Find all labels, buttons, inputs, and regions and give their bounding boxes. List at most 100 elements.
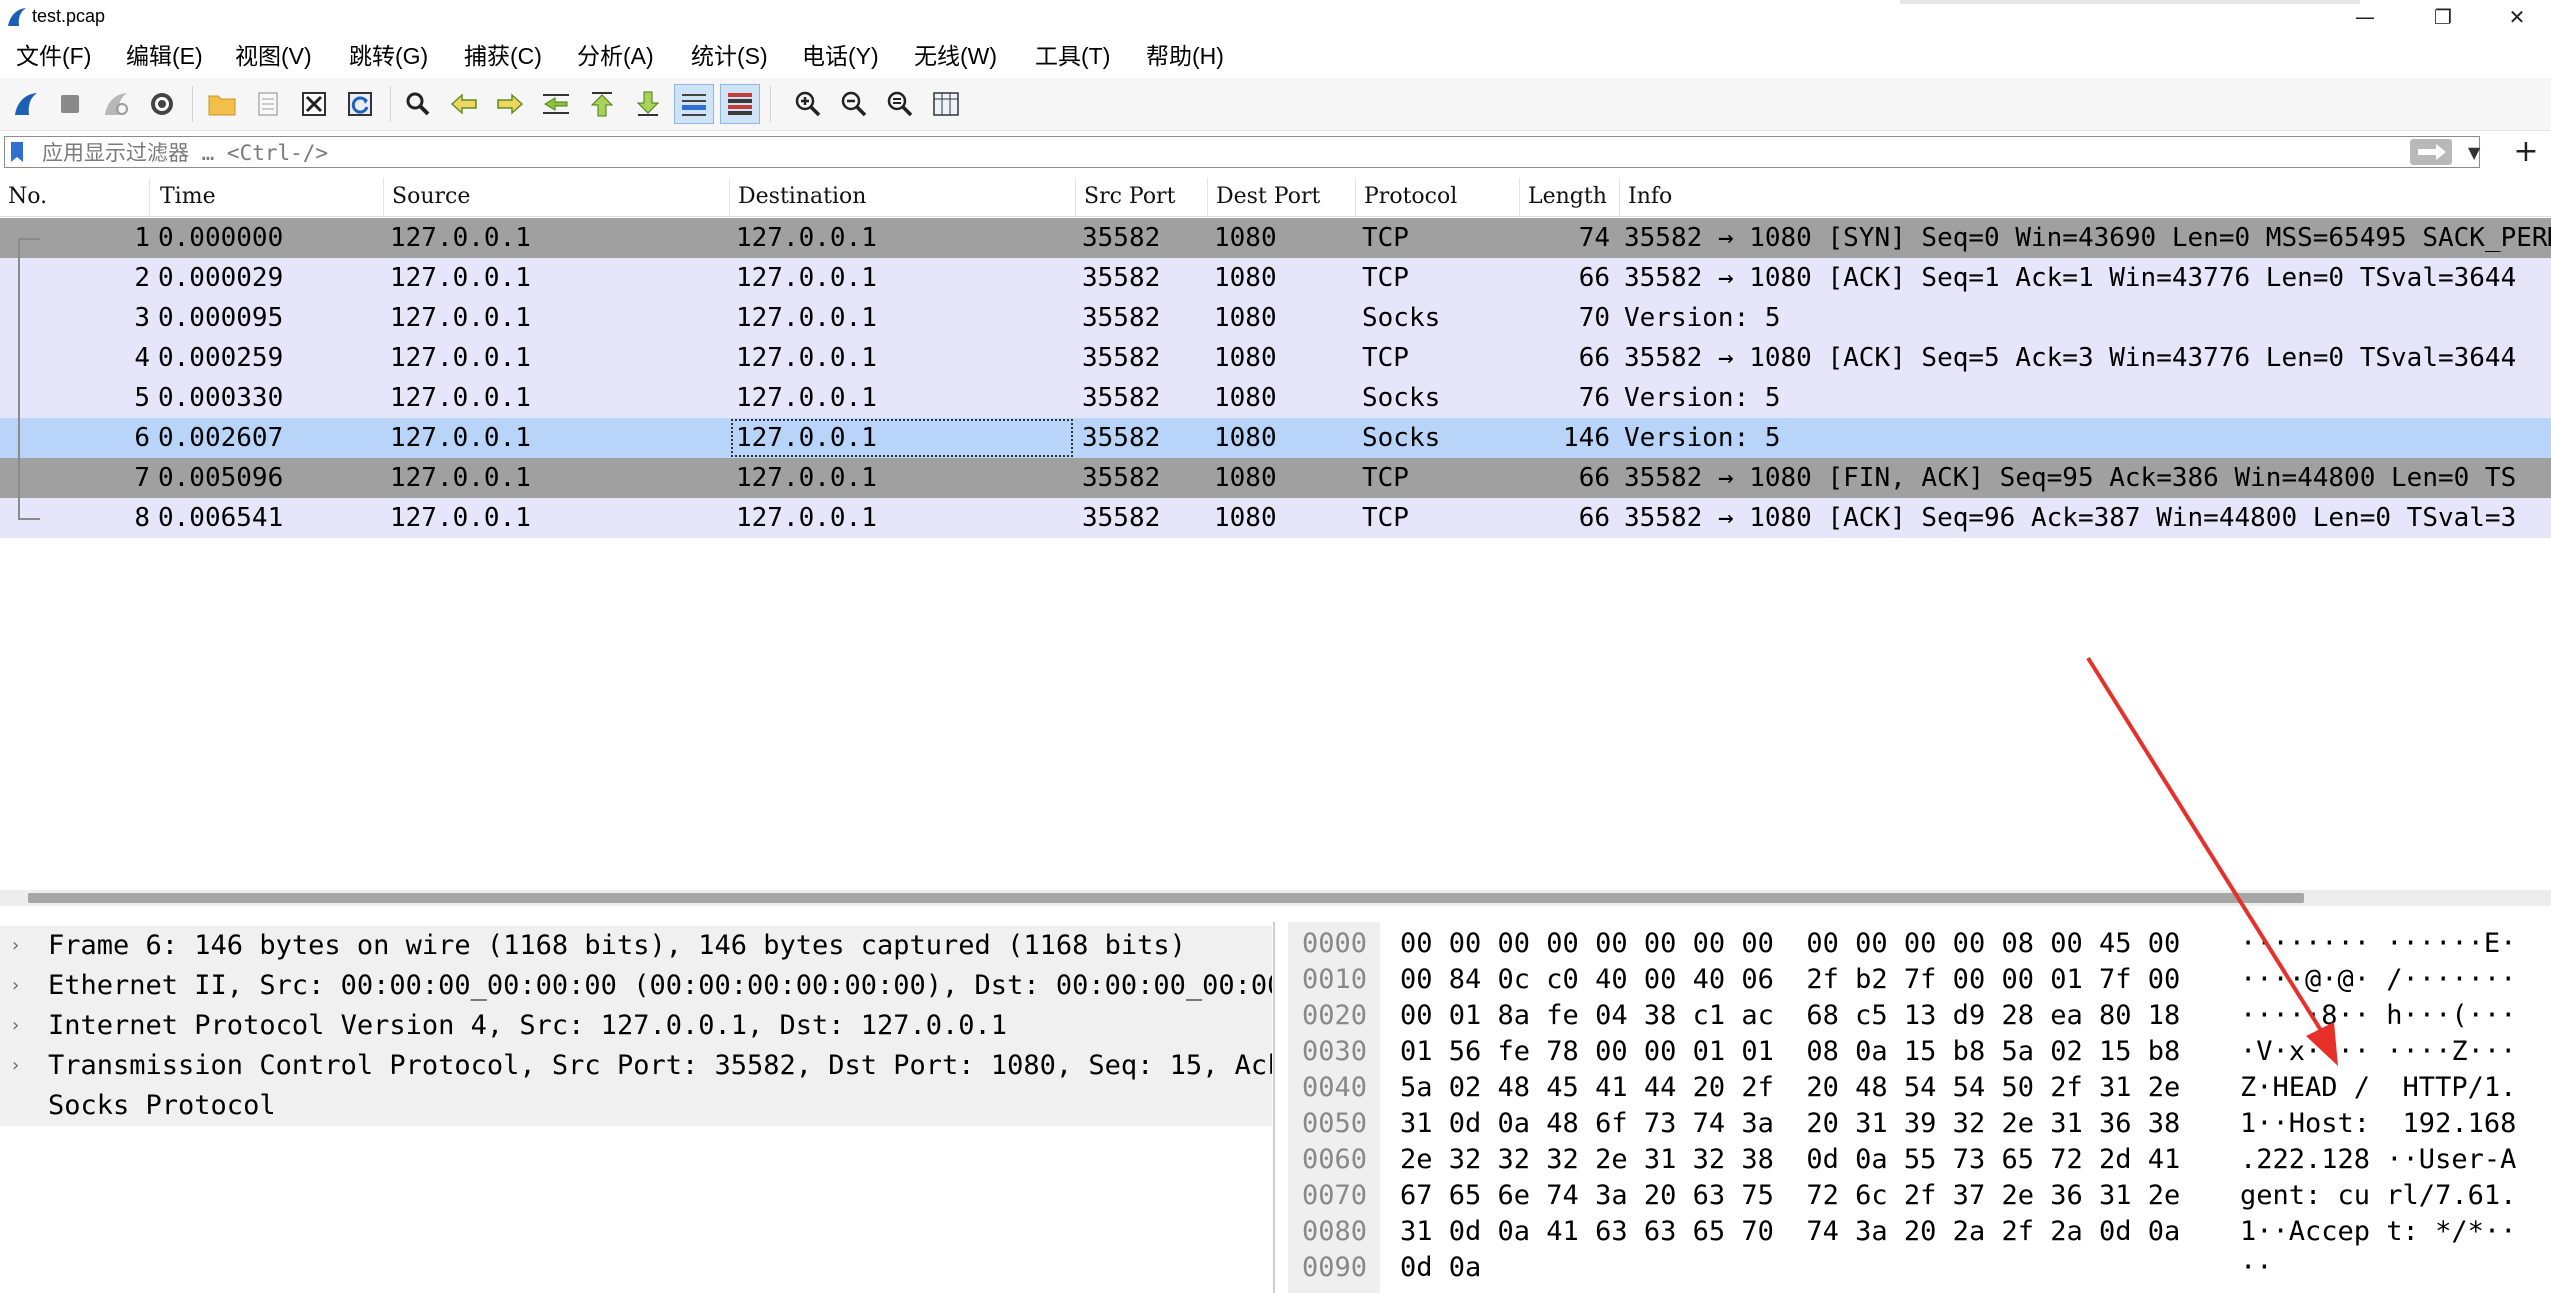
menu-wireless[interactable]: 无线(W) — [914, 36, 997, 76]
column-dest-port[interactable]: Dest Port — [1208, 178, 1356, 216]
go-last-icon[interactable] — [628, 84, 668, 124]
packet-protocol: TCP — [1362, 263, 1409, 293]
byte-hex[interactable]: 31 0d 0a 41 63 63 65 70 74 3a 20 2a 2f 2… — [1400, 1214, 2180, 1250]
expand-arrow-icon[interactable]: › — [12, 1046, 19, 1086]
column-no[interactable]: No. — [0, 178, 150, 216]
detail-tree-item[interactable]: Socks Protocol — [0, 1086, 1272, 1126]
shark-fin-start-icon[interactable] — [6, 84, 46, 124]
go-first-icon[interactable] — [582, 84, 622, 124]
restore-button[interactable]: ❐ — [2408, 0, 2478, 36]
minimize-button[interactable]: — — [2330, 0, 2400, 36]
menu-analyze[interactable]: 分析(A) — [577, 36, 654, 76]
packet-row[interactable]: 7 0.005096 127.0.0.1 127.0.0.1 35582 108… — [0, 458, 2551, 498]
byte-ascii[interactable]: Z·HEAD / HTTP/1. — [2240, 1070, 2516, 1106]
packet-no: 3 — [134, 303, 150, 333]
byte-ascii[interactable]: ····@·@· /······· — [2240, 962, 2516, 998]
zoom-in-icon[interactable] — [788, 84, 828, 124]
column-destination[interactable]: Destination — [730, 178, 1076, 216]
column-src-port[interactable]: Src Port — [1076, 178, 1208, 216]
horizontal-scrollbar-thumb[interactable] — [28, 893, 2304, 903]
detail-tree-item[interactable]: › Frame 6: 146 bytes on wire (1168 bits)… — [0, 926, 1272, 966]
byte-hex[interactable]: 00 01 8a fe 04 38 c1 ac 68 c5 13 d9 28 e… — [1400, 998, 2180, 1034]
open-file-icon[interactable] — [202, 84, 242, 124]
packet-row[interactable]: 1 0.000000 127.0.0.1 127.0.0.1 35582 108… — [0, 218, 2551, 258]
byte-hex[interactable]: 00 00 00 00 00 00 00 00 00 00 00 00 08 0… — [1400, 926, 2180, 962]
expand-arrow-icon[interactable]: › — [12, 966, 19, 1006]
packet-dest-port: 1080 — [1214, 463, 1277, 493]
packet-row[interactable]: 8 0.006541 127.0.0.1 127.0.0.1 35582 108… — [0, 498, 2551, 538]
byte-hex[interactable]: 00 84 0c c0 40 00 40 06 2f b2 7f 00 00 0… — [1400, 962, 2180, 998]
byte-ascii[interactable]: 1··Accep t: */*·· — [2240, 1214, 2516, 1250]
packet-source: 127.0.0.1 — [390, 463, 531, 493]
packet-info: 35582 → 1080 [ACK] Seq=96 Ack=387 Win=44… — [1624, 503, 2517, 533]
byte-hex[interactable]: 2e 32 32 32 2e 31 32 38 0d 0a 55 73 65 7… — [1400, 1142, 2180, 1178]
menu-statistics[interactable]: 统计(S) — [691, 36, 768, 76]
packet-row[interactable]: 5 0.000330 127.0.0.1 127.0.0.1 35582 108… — [0, 378, 2551, 418]
zoom-normal-icon[interactable] — [880, 84, 920, 124]
menu-go[interactable]: 跳转(G) — [349, 36, 428, 76]
menu-telephony[interactable]: 电话(Y) — [802, 36, 879, 76]
zoom-out-icon[interactable] — [834, 84, 874, 124]
byte-ascii[interactable]: ·· — [2240, 1250, 2273, 1286]
byte-ascii[interactable]: ·····8·· h···(··· — [2240, 998, 2516, 1034]
stop-capture-icon[interactable] — [50, 84, 90, 124]
column-protocol[interactable]: Protocol — [1356, 178, 1520, 216]
byte-hex[interactable]: 01 56 fe 78 00 00 01 01 08 0a 15 b8 5a 0… — [1400, 1034, 2180, 1070]
byte-hex[interactable]: 5a 02 48 45 41 44 20 2f 20 48 54 54 50 2… — [1400, 1070, 2180, 1106]
packet-length: 70 — [1578, 303, 1610, 333]
colorize-icon[interactable] — [720, 84, 760, 124]
menu-file[interactable]: 文件(F) — [16, 36, 91, 76]
capture-options-icon[interactable] — [142, 84, 182, 124]
packet-row[interactable]: 2 0.000029 127.0.0.1 127.0.0.1 35582 108… — [0, 258, 2551, 298]
display-filter-input[interactable] — [40, 137, 2384, 169]
byte-ascii[interactable]: .222.128 ··User-A — [2240, 1142, 2516, 1178]
autoscroll-icon[interactable] — [674, 84, 714, 124]
resize-columns-icon[interactable] — [926, 84, 966, 124]
close-file-icon[interactable] — [294, 84, 334, 124]
detail-tree-item[interactable]: › Ethernet II, Src: 00:00:00_00:00:00 (0… — [0, 966, 1272, 1006]
menu-view[interactable]: 视图(V) — [235, 36, 312, 76]
byte-hex[interactable]: 31 0d 0a 48 6f 73 74 3a 20 31 39 32 2e 3… — [1400, 1106, 2180, 1142]
menu-help[interactable]: 帮助(H) — [1146, 36, 1224, 76]
packet-row[interactable]: 4 0.000259 127.0.0.1 127.0.0.1 35582 108… — [0, 338, 2551, 378]
close-button[interactable]: ✕ — [2482, 0, 2551, 36]
restart-capture-icon[interactable] — [96, 84, 136, 124]
byte-offset: 0010 — [1302, 964, 1368, 995]
find-packet-icon[interactable] — [398, 84, 438, 124]
expand-arrow-icon[interactable]: › — [12, 926, 19, 966]
column-length[interactable]: Length — [1520, 178, 1620, 216]
packet-destination: 127.0.0.1 — [736, 343, 877, 373]
go-back-icon[interactable] — [444, 84, 484, 124]
file-set-icon[interactable] — [248, 84, 288, 124]
detail-tree-item[interactable]: › Transmission Control Protocol, Src Por… — [0, 1046, 1272, 1086]
byte-offset: 0030 — [1302, 1036, 1368, 1067]
menu-edit[interactable]: 编辑(E) — [126, 36, 203, 76]
byte-ascii[interactable]: ·V·x···· ····Z··· — [2240, 1034, 2516, 1070]
byte-ascii[interactable]: 1··Host: 192.168 — [2240, 1106, 2516, 1142]
detail-tree-item[interactable]: › Internet Protocol Version 4, Src: 127.… — [0, 1006, 1272, 1046]
expand-arrow-icon[interactable]: › — [12, 1006, 19, 1046]
column-info[interactable]: Info — [1620, 178, 2551, 216]
go-forward-icon[interactable] — [490, 84, 530, 124]
packet-row[interactable]: 3 0.000095 127.0.0.1 127.0.0.1 35582 108… — [0, 298, 2551, 338]
column-source[interactable]: Source — [384, 178, 730, 216]
reload-icon[interactable] — [340, 84, 380, 124]
packet-destination: 127.0.0.1 — [736, 263, 877, 293]
apply-filter-button[interactable] — [2410, 139, 2452, 165]
window-title: test.pcap — [32, 6, 106, 26]
menu-capture[interactable]: 捕获(C) — [464, 36, 542, 76]
byte-ascii[interactable]: ········ ······E· — [2240, 926, 2516, 962]
title-bar — [0, 0, 2551, 36]
go-to-packet-icon[interactable] — [536, 84, 576, 124]
byte-offset: 0040 — [1302, 1072, 1368, 1103]
filter-history-dropdown[interactable]: ▼ — [2468, 143, 2480, 162]
add-filter-button[interactable]: + — [2506, 134, 2546, 170]
byte-hex[interactable]: 0d 0a — [1400, 1250, 1481, 1286]
bookmark-icon[interactable] — [10, 141, 24, 163]
menu-tools[interactable]: 工具(T) — [1035, 36, 1110, 76]
byte-ascii[interactable]: gent: cu rl/7.61. — [2240, 1178, 2516, 1214]
packet-source: 127.0.0.1 — [390, 223, 531, 253]
byte-hex[interactable]: 67 65 6e 74 3a 20 63 75 72 6c 2f 37 2e 3… — [1400, 1178, 2180, 1214]
packet-row-selected[interactable]: 6 0.002607 127.0.0.1 127.0.0.1 35582 108… — [0, 418, 2551, 458]
column-time[interactable]: Time — [152, 178, 384, 216]
